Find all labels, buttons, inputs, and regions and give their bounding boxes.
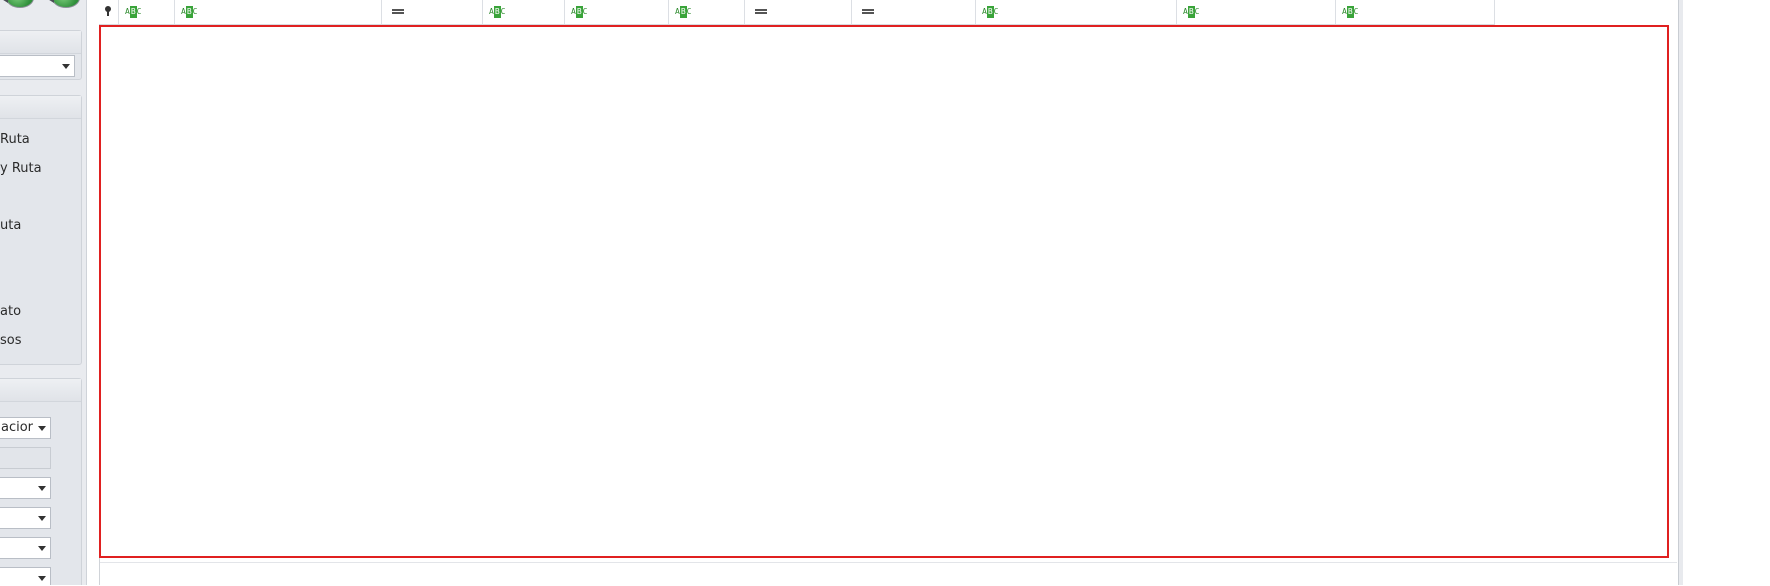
grid-data-area[interactable] [99, 25, 1669, 558]
left-panel: Ruta y Ruta uta ato sos acior [0, 0, 87, 585]
column-header-2[interactable]: ABC [175, 0, 382, 24]
chevron-down-icon [38, 576, 46, 581]
action-link-uta[interactable]: uta [0, 218, 21, 233]
column-header-9[interactable]: ABC [976, 0, 1177, 24]
group-header [0, 379, 81, 402]
column-header-6[interactable]: ABC [669, 0, 745, 24]
column-header-5[interactable]: ABC [565, 0, 669, 24]
pin-icon [105, 6, 111, 16]
chevron-down-icon [38, 426, 46, 431]
vertical-scrollbar-edge[interactable] [1678, 0, 1683, 585]
order-select-value: acior [1, 420, 34, 435]
grid-footer [100, 562, 1677, 586]
column-header-8[interactable] [852, 0, 976, 24]
text-abc-icon: ABC [1342, 6, 1359, 18]
chevron-down-icon [38, 486, 46, 491]
column-header-4[interactable]: ABC [483, 0, 565, 24]
column-header-11[interactable]: ABC [1336, 0, 1495, 24]
group-header [0, 31, 81, 54]
disabled-field [0, 447, 51, 469]
column-header-10[interactable]: ABC [1177, 0, 1336, 24]
refresh-green-icon-2[interactable] [46, 0, 80, 8]
action-link-sos[interactable]: sos [0, 333, 22, 348]
equals-icon [755, 9, 767, 14]
column-header-7[interactable] [745, 0, 852, 24]
refresh-green-icon[interactable] [0, 0, 34, 8]
order-select[interactable]: acior [0, 417, 51, 439]
equals-icon [392, 9, 404, 14]
chevron-down-icon [38, 546, 46, 551]
chevron-down-icon [38, 516, 46, 521]
equals-icon [862, 9, 874, 14]
filter-select-1[interactable] [0, 477, 51, 499]
column-header-3[interactable] [382, 0, 483, 24]
chevron-down-icon [62, 64, 70, 69]
column-header-pin[interactable] [99, 0, 119, 24]
group-header [0, 96, 81, 119]
combo-top[interactable] [0, 55, 75, 77]
filter-select-2[interactable] [0, 507, 51, 529]
text-abc-icon: ABC [571, 6, 588, 18]
text-abc-icon: ABC [489, 6, 506, 18]
filter-select-3[interactable] [0, 537, 51, 559]
filter-select-4[interactable] [0, 567, 51, 585]
text-abc-icon: ABC [675, 6, 692, 18]
action-link-y-ruta[interactable]: y Ruta [0, 161, 42, 176]
text-abc-icon: ABC [181, 6, 198, 18]
column-header-1[interactable]: ABC [119, 0, 175, 24]
action-link-ato[interactable]: ato [0, 304, 21, 319]
text-abc-icon: ABC [1183, 6, 1200, 18]
text-abc-icon: ABC [982, 6, 999, 18]
text-abc-icon: ABC [125, 6, 142, 18]
action-link-ruta[interactable]: Ruta [0, 132, 30, 147]
grid-header: ABC ABC ABC ABC ABC ABC ABC ABC [99, 0, 1495, 25]
